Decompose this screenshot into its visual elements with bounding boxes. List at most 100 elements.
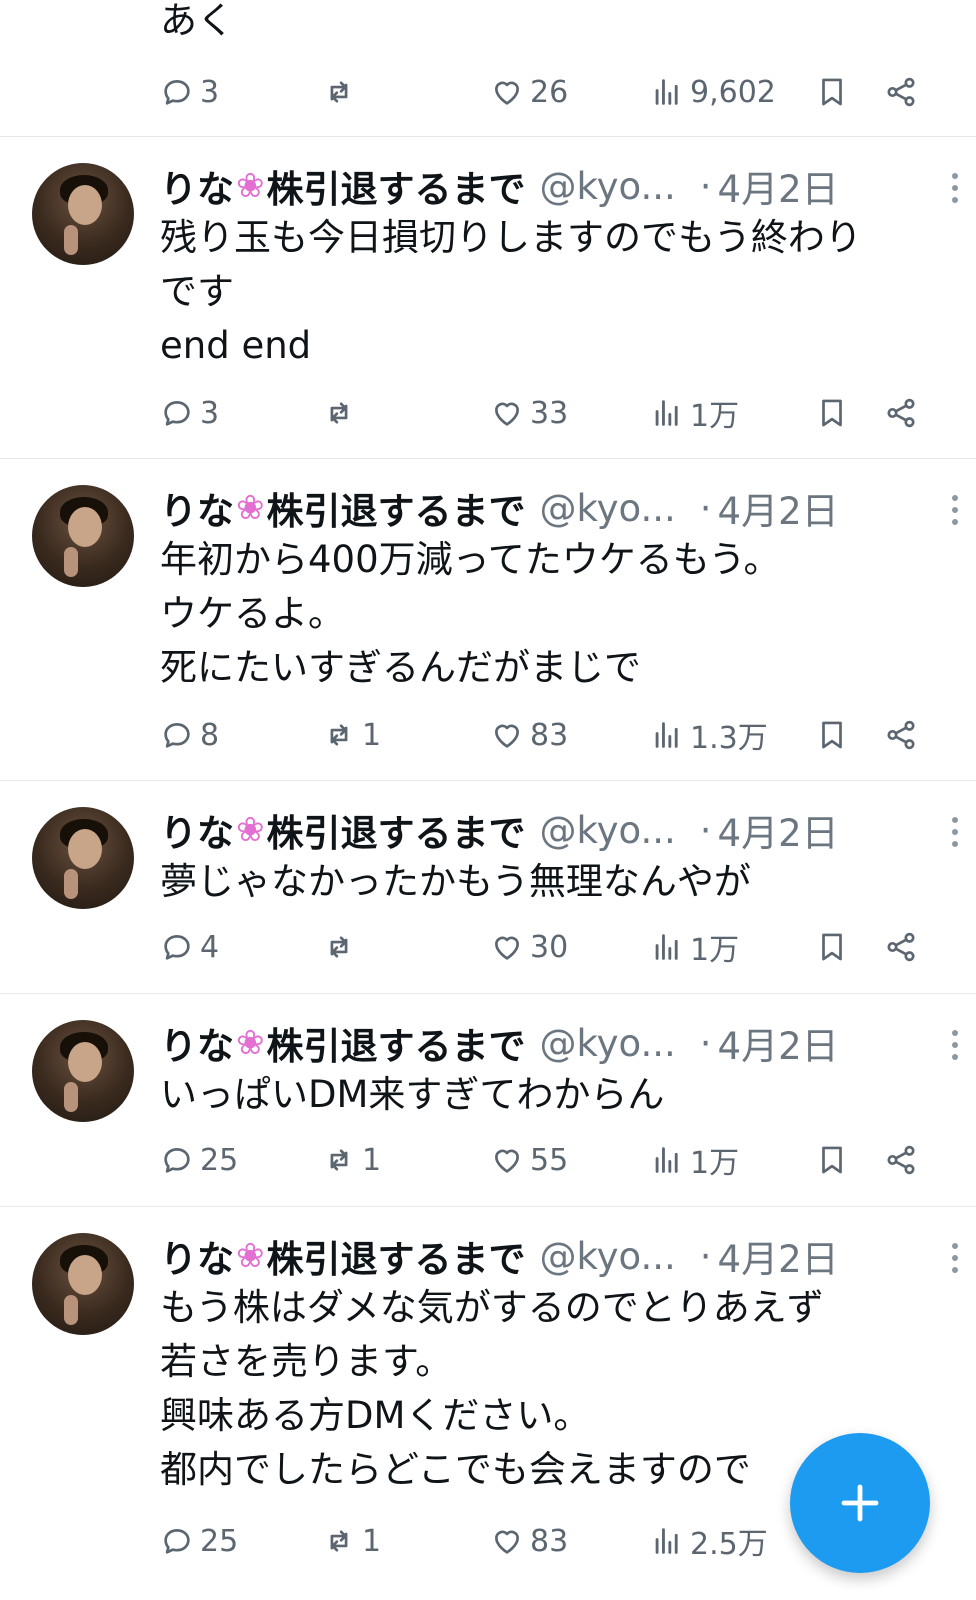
user-handle[interactable]: @kyo... <box>540 165 676 208</box>
tweet-actions: 3 26 9,602 <box>0 70 976 114</box>
timestamp[interactable]: 4月2日 <box>718 1229 839 1283</box>
share-button[interactable] <box>884 391 918 435</box>
timestamp[interactable]: 4月2日 <box>718 159 839 213</box>
flower-icon: ❀ <box>236 1236 265 1276</box>
tweet[interactable]: りな ❀ 株引退するまで @kyo... · 4月2日 夢じゃなかったかもう無理… <box>0 781 976 994</box>
display-name[interactable]: りな <box>160 481 234 535</box>
timestamp[interactable]: 4月2日 <box>718 1016 839 1070</box>
avatar[interactable] <box>32 485 134 587</box>
separator: · <box>699 164 712 208</box>
tweet[interactable]: りな ❀ 株引退するまで @kyo... · 4月2日 いっぱいDM来すぎてわか… <box>0 994 976 1207</box>
avatar[interactable] <box>32 163 134 265</box>
reply-button[interactable]: 4 <box>160 925 219 969</box>
display-name[interactable]: りな <box>160 803 234 857</box>
avatar[interactable] <box>32 1233 134 1335</box>
bookmark-icon <box>822 721 842 749</box>
bookmark-button[interactable] <box>815 70 849 114</box>
timestamp[interactable]: 4月2日 <box>718 803 839 857</box>
display-name[interactable]: りな <box>160 1016 234 1070</box>
tweet-header: りな ❀ 株引退するまで @kyo... · 4月2日 <box>160 807 958 855</box>
avatar[interactable] <box>32 807 134 909</box>
display-name[interactable]: りな <box>160 159 234 213</box>
separator: · <box>699 808 712 852</box>
views-button[interactable]: 1.3万 <box>650 713 768 757</box>
bookmark-button[interactable] <box>815 713 849 757</box>
more-options-icon[interactable] <box>952 817 960 847</box>
bookmark-button[interactable] <box>815 391 849 435</box>
views-button[interactable]: 1万 <box>650 1138 739 1182</box>
bookmark-icon <box>822 78 842 106</box>
like-button[interactable]: 33 <box>490 391 568 435</box>
views-icon <box>655 934 678 960</box>
share-button[interactable] <box>884 925 918 969</box>
heart-icon <box>495 724 519 748</box>
repost-icon <box>330 936 348 958</box>
display-name[interactable]: りな <box>160 1229 234 1283</box>
views-button[interactable]: 1万 <box>650 925 739 969</box>
display-name-suffix[interactable]: 株引退するまで <box>267 481 526 535</box>
like-button[interactable]: 26 <box>490 70 568 114</box>
repost-button[interactable]: 1 <box>322 1519 381 1563</box>
more-options-icon[interactable] <box>952 1030 960 1060</box>
reply-button[interactable]: 8 <box>160 713 219 757</box>
repost-button[interactable]: 1 <box>322 1138 381 1182</box>
share-button[interactable] <box>884 713 918 757</box>
tweet[interactable]: りな ❀ 株引退するまで @kyo... · 4月2日 年初から400万減ってた… <box>0 459 976 781</box>
flower-icon: ❀ <box>236 810 265 850</box>
display-name-suffix[interactable]: 株引退するまで <box>267 803 526 857</box>
user-handle[interactable]: @kyo... <box>540 1022 676 1065</box>
timeline-feed: あく 3 26 9,602 りな ❀ 株引退するまで @kyo... · 4月2… <box>0 0 976 1600</box>
like-button[interactable]: 83 <box>490 713 568 757</box>
reply-button[interactable]: 3 <box>160 391 219 435</box>
views-button[interactable]: 1万 <box>650 391 739 435</box>
more-options-icon[interactable] <box>952 173 960 203</box>
reply-button[interactable]: 25 <box>160 1138 238 1182</box>
bookmark-button[interactable] <box>815 925 849 969</box>
share-button[interactable] <box>884 70 918 114</box>
reply-button[interactable]: 25 <box>160 1519 238 1563</box>
reply-icon <box>164 1529 190 1554</box>
like-button[interactable]: 83 <box>490 1519 568 1563</box>
reply-icon <box>164 723 190 748</box>
tweet-text: あく <box>160 0 234 42</box>
avatar[interactable] <box>32 1020 134 1122</box>
tweet-partial[interactable]: あく 3 26 9,602 <box>0 0 976 137</box>
tweet[interactable]: りな ❀ 株引退するまで @kyo... · 4月2日 残り玉も今日損切りします… <box>0 137 976 459</box>
flower-icon: ❀ <box>236 488 265 528</box>
like-button[interactable]: 55 <box>490 1138 568 1182</box>
separator: · <box>699 1021 712 1065</box>
user-handle[interactable]: @kyo... <box>540 1235 676 1278</box>
bookmark-button[interactable] <box>815 1138 849 1182</box>
like-button[interactable]: 30 <box>490 925 568 969</box>
timestamp[interactable]: 4月2日 <box>718 481 839 535</box>
user-handle[interactable]: @kyo... <box>540 809 676 852</box>
repost-button[interactable] <box>322 391 362 435</box>
heart-icon <box>495 402 519 426</box>
display-name-suffix[interactable]: 株引退するまで <box>267 159 526 213</box>
repost-button[interactable]: 1 <box>322 713 381 757</box>
user-handle[interactable]: @kyo... <box>540 487 676 530</box>
reply-icon <box>164 1148 190 1173</box>
repost-button[interactable] <box>322 70 362 114</box>
views-icon <box>655 722 678 748</box>
share-button[interactable] <box>884 1138 918 1182</box>
views-icon <box>655 1147 678 1173</box>
display-name-suffix[interactable]: 株引退するまで <box>267 1016 526 1070</box>
display-name-suffix[interactable]: 株引退するまで <box>267 1229 526 1283</box>
reply-button[interactable]: 3 <box>160 70 219 114</box>
views-button[interactable]: 2.5万 <box>650 1519 768 1563</box>
repost-icon <box>330 1530 348 1552</box>
views-icon <box>655 79 678 105</box>
compose-button[interactable] <box>790 1433 930 1573</box>
heart-icon <box>495 81 519 105</box>
more-options-icon[interactable] <box>952 495 960 525</box>
share-icon <box>887 77 915 107</box>
views-icon <box>655 400 678 426</box>
more-options-icon[interactable] <box>952 1243 960 1273</box>
repost-button[interactable] <box>322 925 362 969</box>
views-button[interactable]: 9,602 <box>650 70 776 114</box>
flower-icon: ❀ <box>236 1023 265 1063</box>
share-icon <box>887 720 915 750</box>
share-icon <box>887 1145 915 1175</box>
tweet-text: 夢じゃなかったかもう無理なんやが <box>160 860 751 903</box>
